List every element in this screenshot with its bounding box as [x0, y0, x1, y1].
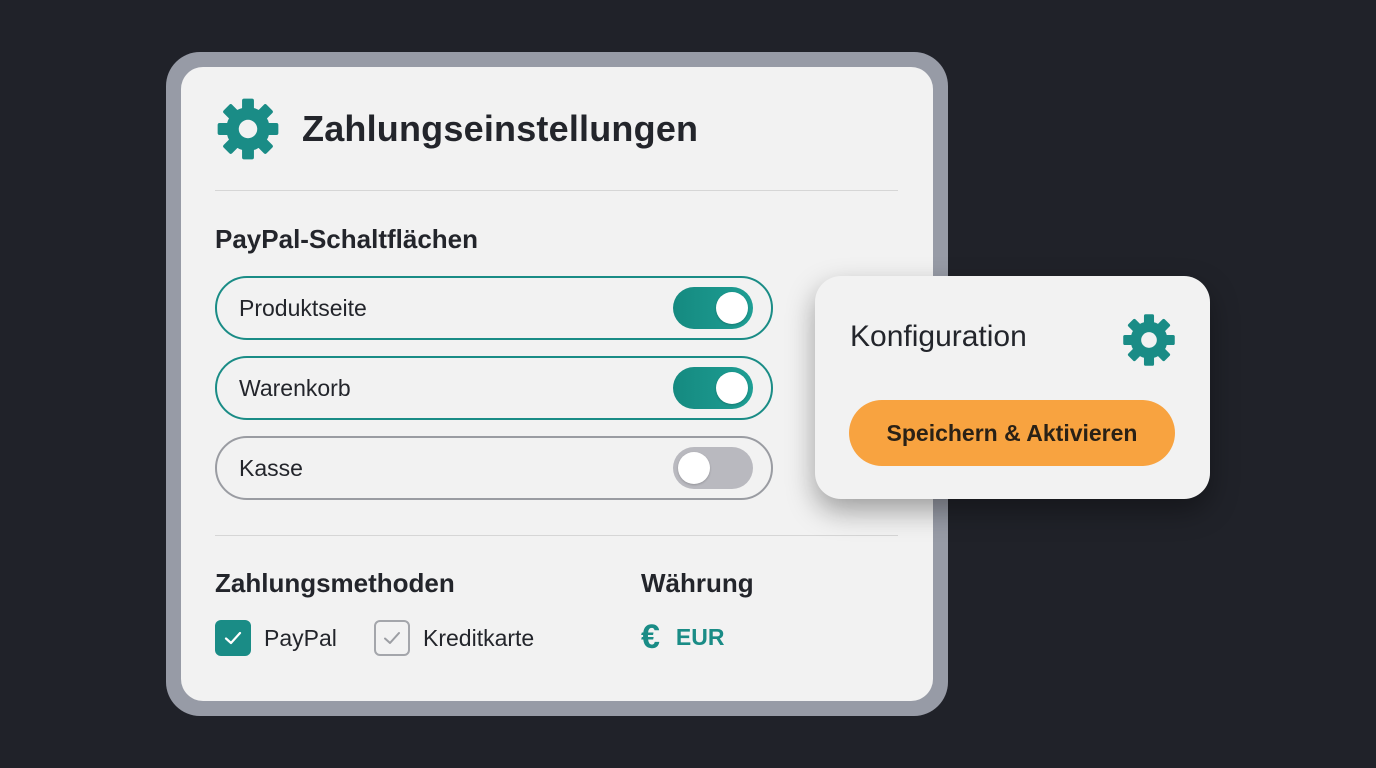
- switch-knob: [716, 292, 748, 324]
- toggle-switch-produktseite[interactable]: [673, 287, 753, 329]
- config-card: Konfiguration Speichern & Aktivieren: [815, 276, 1210, 499]
- toggle-label-warenkorb: Warenkorb: [239, 374, 351, 401]
- gear-icon: [217, 98, 279, 160]
- header-divider: [215, 190, 898, 191]
- stage: Zahlungseinstellungen PayPal-Schaltfläch…: [0, 0, 1376, 768]
- gear-icon[interactable]: [1121, 312, 1177, 368]
- check-icon: [384, 632, 400, 644]
- payment-option-kreditkarte[interactable]: Kreditkarte: [374, 620, 534, 656]
- payment-option-paypal[interactable]: PayPal: [215, 620, 337, 656]
- toggle-row-warenkorb[interactable]: Warenkorb: [215, 356, 773, 420]
- checkbox-label-kreditkarte: Kreditkarte: [423, 624, 535, 651]
- euro-icon: €: [641, 618, 660, 656]
- toggle-switch-kasse[interactable]: [673, 447, 753, 489]
- currency-heading: Währung: [641, 568, 754, 598]
- switch-knob: [678, 452, 710, 484]
- payment-methods-heading: Zahlungsmethoden: [215, 568, 455, 598]
- save-activate-button[interactable]: Speichern & Aktivieren: [849, 400, 1175, 466]
- toggle-label-produktseite: Produktseite: [239, 294, 367, 321]
- checkbox-paypal[interactable]: [215, 620, 251, 656]
- toggle-label-kasse: Kasse: [239, 454, 303, 481]
- section-divider: [215, 535, 898, 536]
- panel-header: Zahlungseinstellungen: [215, 97, 698, 161]
- currency-value: € EUR: [641, 620, 724, 654]
- panel-title: Zahlungseinstellungen: [302, 108, 699, 149]
- toggle-switch-warenkorb[interactable]: [673, 367, 753, 409]
- paypal-buttons-heading: PayPal-Schaltflächen: [215, 224, 478, 254]
- currency-code: EUR: [675, 623, 725, 650]
- toggle-row-kasse[interactable]: Kasse: [215, 436, 773, 500]
- checkbox-label-paypal: PayPal: [264, 624, 337, 651]
- toggle-row-produktseite[interactable]: Produktseite: [215, 276, 773, 340]
- checkbox-kreditkarte[interactable]: [374, 620, 410, 656]
- switch-knob: [716, 372, 748, 404]
- check-icon: [224, 631, 242, 645]
- config-title: Konfiguration: [850, 320, 1027, 353]
